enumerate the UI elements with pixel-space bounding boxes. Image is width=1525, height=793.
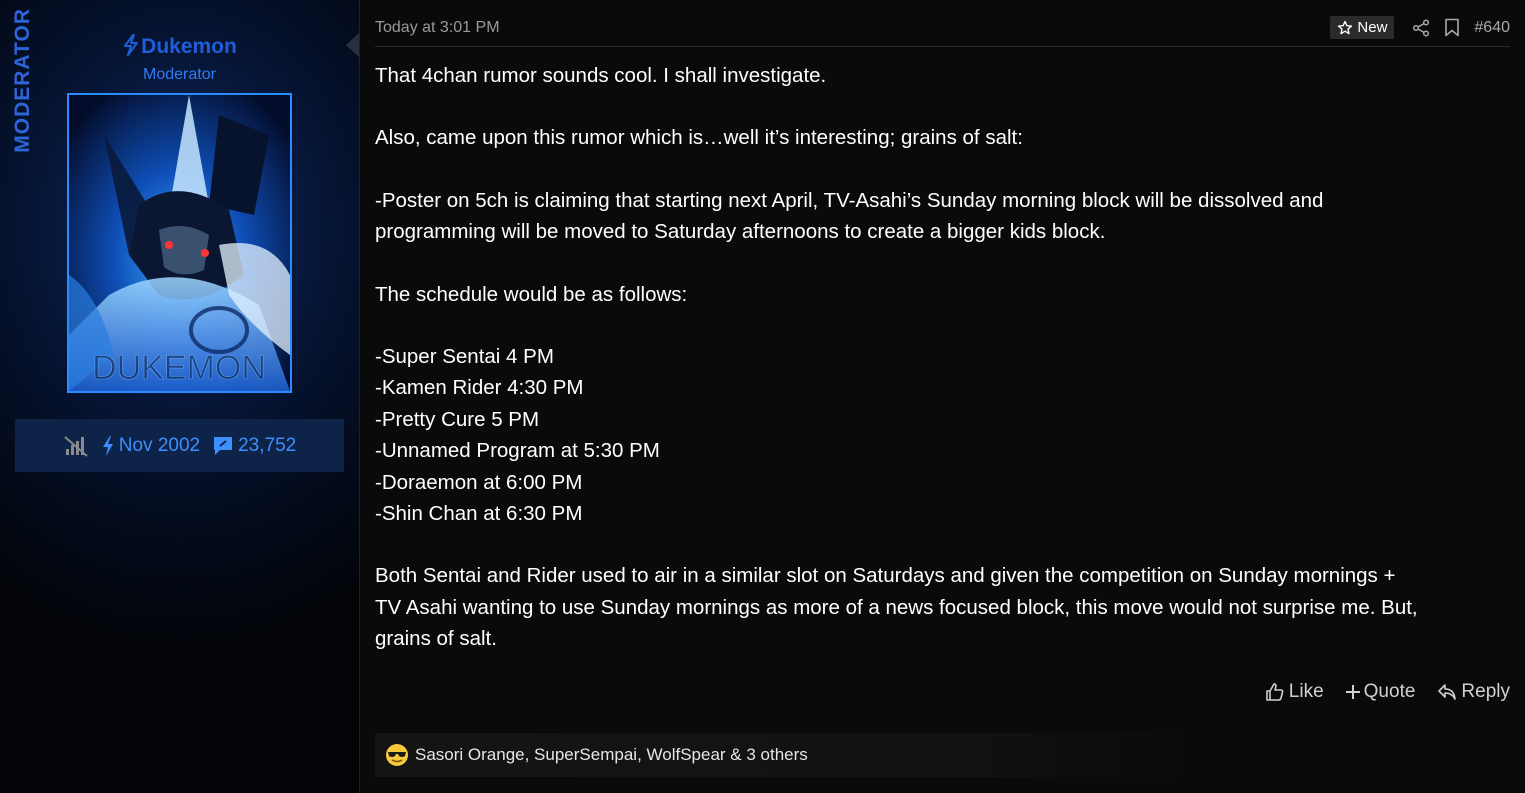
new-badge: New [1330,16,1395,39]
username: Dukemon [141,35,237,58]
joined-date: Nov 2002 [118,434,201,456]
speech-arrow [346,33,359,57]
post-paragraph: -Poster on 5ch is claiming that starting… [375,188,1324,244]
cool-emoji-icon [386,744,408,766]
reaction-users[interactable]: Sasori Orange, SuperSempai, WolfSpear & … [415,745,808,765]
message-icon [214,436,233,455]
reply-label: Reply [1461,681,1510,702]
user-sidebar: MODERATOR Dukemon Moderator DUKEMON Nov … [0,0,360,793]
joined-stat: Nov 2002 [101,435,200,457]
bolt-icon [102,435,113,456]
message-count: 23,752 [238,434,297,456]
post-body: That 4chan rumor sounds cool. I shall in… [375,60,1515,655]
share-icon[interactable] [1412,18,1430,37]
user-stats: Nov 2002 23,752 [15,419,344,472]
post-header: Today at 3:01 PM New #640 [375,14,1510,47]
reply-button[interactable]: Reply [1437,681,1510,703]
new-label: New [1357,19,1388,36]
avatar-watermark: DUKEMON [92,349,266,387]
post-paragraph: That 4chan rumor sounds cool. I shall in… [375,64,827,87]
messages-stat: 23,752 [212,435,296,457]
signal-off-icon [63,435,89,457]
quote-label: Quote [1363,681,1416,702]
thumbs-up-icon [1265,683,1284,701]
bolt-icon [124,34,139,56]
post-number[interactable]: #640 [1474,19,1510,37]
username-link[interactable]: Dukemon [0,34,359,59]
moderator-ribbon: MODERATOR [10,8,36,168]
plus-icon [1345,685,1360,699]
avatar[interactable]: DUKEMON [67,93,292,393]
schedule-list: -Super Sentai 4 PM -Kamen Rider 4:30 PM … [375,345,660,526]
post-header-actions: New #640 [1330,16,1510,39]
post-date[interactable]: Today at 3:01 PM [375,19,500,37]
reactions-bar[interactable]: Sasori Orange, SuperSempai, WolfSpear & … [375,733,1200,777]
bookmark-icon[interactable] [1444,18,1460,37]
reply-icon [1438,684,1457,700]
post-paragraph: Also, came upon this rumor which is…well… [375,126,1023,150]
quote-button[interactable]: Quote [1345,681,1416,703]
post-main: Today at 3:01 PM New #640 That 4chan rum… [375,0,1510,793]
post-paragraph: The schedule would be as follows: [375,282,688,306]
user-title: Moderator [143,66,216,83]
post-actions: Like Quote Reply [1265,681,1510,703]
like-button[interactable]: Like [1265,681,1324,703]
star-icon [1338,20,1353,34]
post-paragraph: Both Sentai and Rider used to air in a s… [375,564,1418,651]
like-label: Like [1288,681,1324,702]
